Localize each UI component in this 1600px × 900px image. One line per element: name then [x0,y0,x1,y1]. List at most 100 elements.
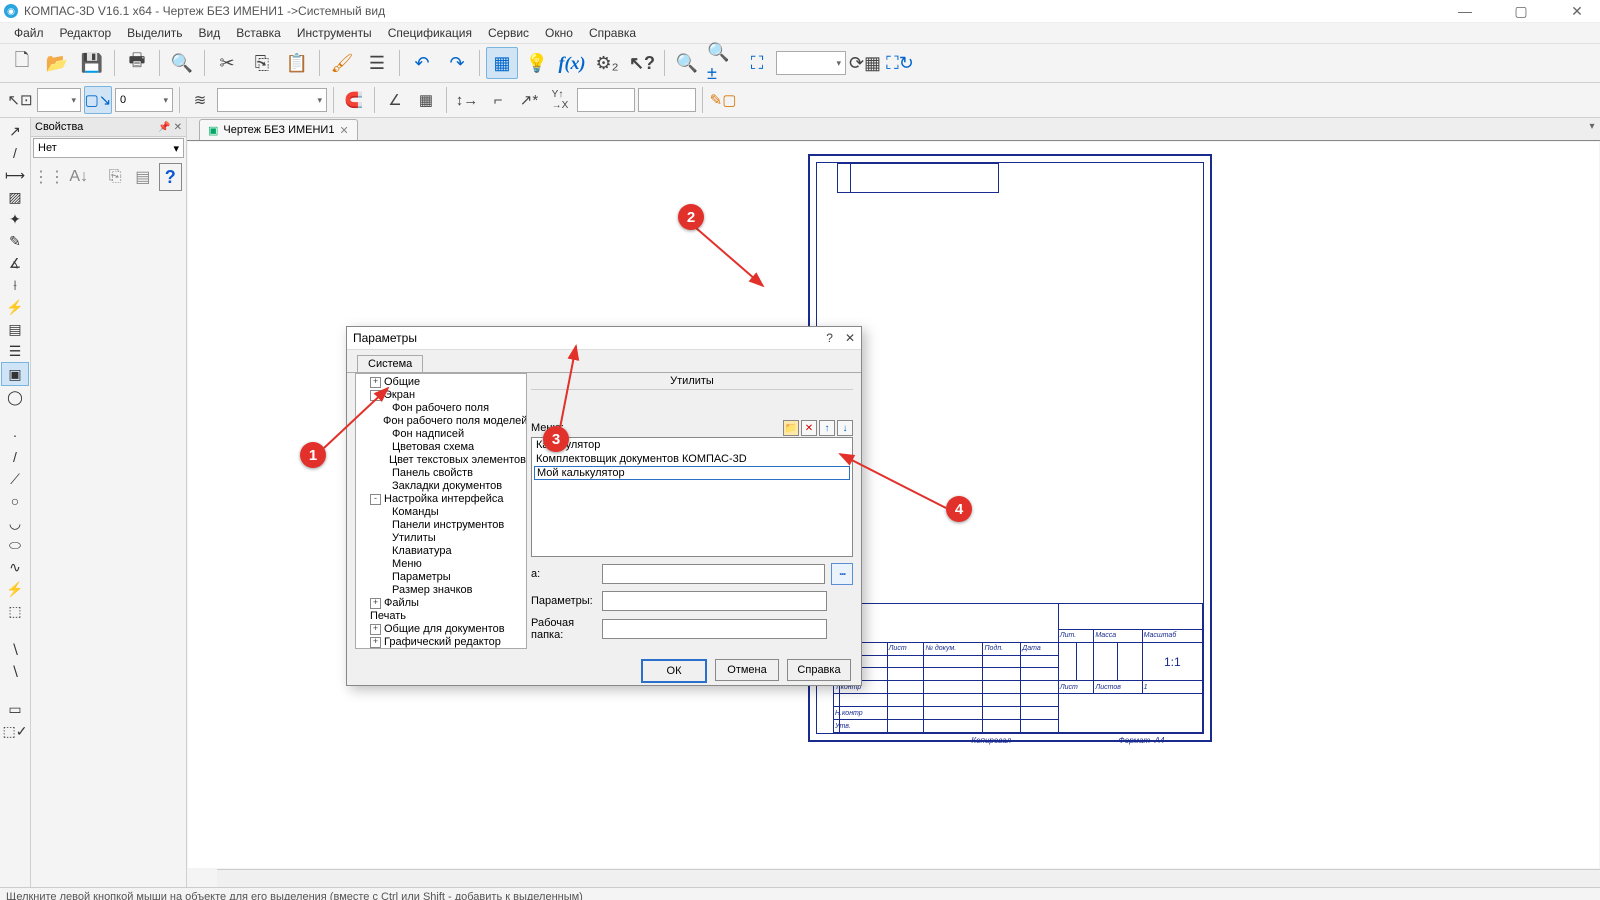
arc-icon[interactable]: ◡ [2,512,28,534]
line-icon[interactable]: / [2,142,28,164]
circ-icon[interactable]: ○ [2,490,28,512]
tree-node[interactable]: +Файлы [356,597,526,610]
params-input[interactable] [602,591,827,611]
cancel-button[interactable]: Отмена [715,659,779,681]
grid-icon[interactable]: ▦ [412,86,440,114]
state-combo[interactable]: ▾ [37,88,81,112]
drawing-canvas[interactable]: Лит.МассаМасштаб ИзмЛист№ докум.Подп.Дат… [188,142,1599,868]
zoom-dyn-icon[interactable]: 🔍± [706,47,738,79]
list-item[interactable]: Комплектовщик документов КОМПАС-3D [532,452,852,466]
rect2-icon[interactable]: ▭ [2,698,28,720]
manager-icon[interactable]: ▦ [486,47,518,79]
table-icon[interactable]: ▤ [2,318,28,340]
menu-window[interactable]: Окно [539,24,579,42]
menu-help[interactable]: Справка [583,24,642,42]
pin-icon[interactable]: 📌 [158,122,170,133]
seg-icon[interactable]: / [2,446,28,468]
save-icon[interactable]: 💾 [76,47,108,79]
measure-icon[interactable]: ⟊ [2,274,28,296]
spec-icon[interactable]: ☰ [2,340,28,362]
delete-util-button[interactable]: ✕ [801,420,817,436]
paste-icon[interactable]: 📋 [281,47,313,79]
tree-node[interactable]: Утилиты [356,532,526,545]
dim-icon[interactable]: ⟼ [2,164,28,186]
rebuild-icon[interactable]: ⛶↻ [884,47,916,79]
ortho-icon[interactable]: ↕→ [453,86,481,114]
tree-node[interactable]: +Общие для документов [356,623,526,636]
tree-node[interactable]: -Настройка интерфейса [356,493,526,506]
edit-icon[interactable]: ✎▢ [709,86,737,114]
tree-node[interactable]: +Графический редактор [356,636,526,649]
brush-icon[interactable]: 🖌 [326,47,358,79]
redo-icon[interactable]: ↷ [441,47,473,79]
dialog-close-icon[interactable]: ✕ [845,331,855,345]
tree-node[interactable]: Цвет текстовых элементов [356,454,526,467]
views-icon[interactable]: ▣ [1,362,29,386]
tree-node[interactable]: Цветовая схема [356,441,526,454]
menu-editor[interactable]: Редактор [54,24,118,42]
coord2-icon[interactable]: ↗* [515,86,543,114]
props-btn4[interactable]: ▤ [131,163,155,191]
bolt-icon[interactable]: ⚡ [2,578,28,600]
maximize-button[interactable]: ▢ [1502,3,1540,20]
menu-insert[interactable]: Вставка [230,24,287,42]
menu-view[interactable]: Вид [193,24,227,42]
settings-tree[interactable]: +Общие-ЭкранФон рабочего поляФон рабочег… [355,373,527,649]
tree-node[interactable]: Команды [356,506,526,519]
variables-icon[interactable]: 💡 [521,47,553,79]
browse-button[interactable]: ··· [831,563,853,585]
cut-icon[interactable]: ✂ [211,47,243,79]
props-btn1[interactable]: ⋮⋮ [35,163,63,191]
help-icon[interactable]: ↖? [626,47,658,79]
tree-node[interactable]: Печать [356,610,526,623]
horizontal-scrollbar[interactable] [217,869,1600,887]
point-icon[interactable]: · [2,424,28,446]
tree-node[interactable]: Фон рабочего поля моделей [356,415,526,428]
menu-file[interactable]: Файл [8,24,50,42]
layer-icon[interactable]: ▢↘ [84,86,112,114]
rect-icon[interactable]: ⬚ [2,600,28,622]
copy-icon[interactable]: ⎘ [246,47,278,79]
linestyle-combo[interactable]: ▾ [217,88,327,112]
tree-node[interactable]: Фон рабочего поля [356,402,526,415]
move-down-button[interactable]: ↓ [837,420,853,436]
dialog-tab-system[interactable]: Система [357,355,423,372]
open-icon[interactable]: 📂 [41,47,73,79]
move-up-button[interactable]: ↑ [819,420,835,436]
dialog-help-icon[interactable]: ? [826,331,833,345]
circle-icon[interactable]: ◯ [2,386,28,408]
list-item[interactable]: Калькулятор [532,438,852,452]
tool9-icon[interactable]: ⚡ [2,296,28,318]
minimize-button[interactable]: — [1446,3,1484,20]
zoom-fit-icon[interactable]: ⛶ [741,47,773,79]
ok-button[interactable]: ОК [641,659,707,683]
ok-icon[interactable]: ⬚✓ [2,720,28,742]
layer-combo[interactable]: 0▾ [115,88,173,112]
document-tab[interactable]: ▣ Чертеж БЕЗ ИМЕНИ1 ✕ [199,119,358,140]
x-field[interactable] [577,88,635,112]
y-field[interactable] [638,88,696,112]
props-btn2[interactable]: A↓ [67,163,91,191]
hatch-icon[interactable]: ▨ [2,186,28,208]
aux2-icon[interactable]: ∖ [2,660,28,682]
state-icon[interactable]: ↖⊡ [6,86,34,114]
tree-node[interactable]: Закладки документов [356,480,526,493]
close-panel-icon[interactable]: ✕ [174,122,182,133]
aux1-icon[interactable]: ∖ [2,638,28,660]
folder-input[interactable] [602,619,827,639]
tree-node[interactable]: +Общие [356,376,526,389]
tree-node[interactable]: Меню [356,558,526,571]
list-item-editing[interactable]: Мой калькулятор [534,466,850,480]
tree-node[interactable]: Панели инструментов [356,519,526,532]
xy-icon[interactable]: Y↑→X [546,86,574,114]
spline-icon[interactable]: ∿ [2,556,28,578]
close-button[interactable]: ✕ [1558,3,1596,20]
add-util-button[interactable]: 📁 [783,420,799,436]
props-btn3[interactable]: ⎘ [103,163,127,191]
tree-node[interactable]: Размер значков [356,584,526,597]
tree-node[interactable]: Фон надписей [356,428,526,441]
help-button[interactable]: Справка [787,659,851,681]
ellipse-icon[interactable]: ⬭ [2,534,28,556]
snap-icon[interactable]: 🧲 [340,86,368,114]
lib-icon[interactable]: ⚙₂ [591,47,623,79]
